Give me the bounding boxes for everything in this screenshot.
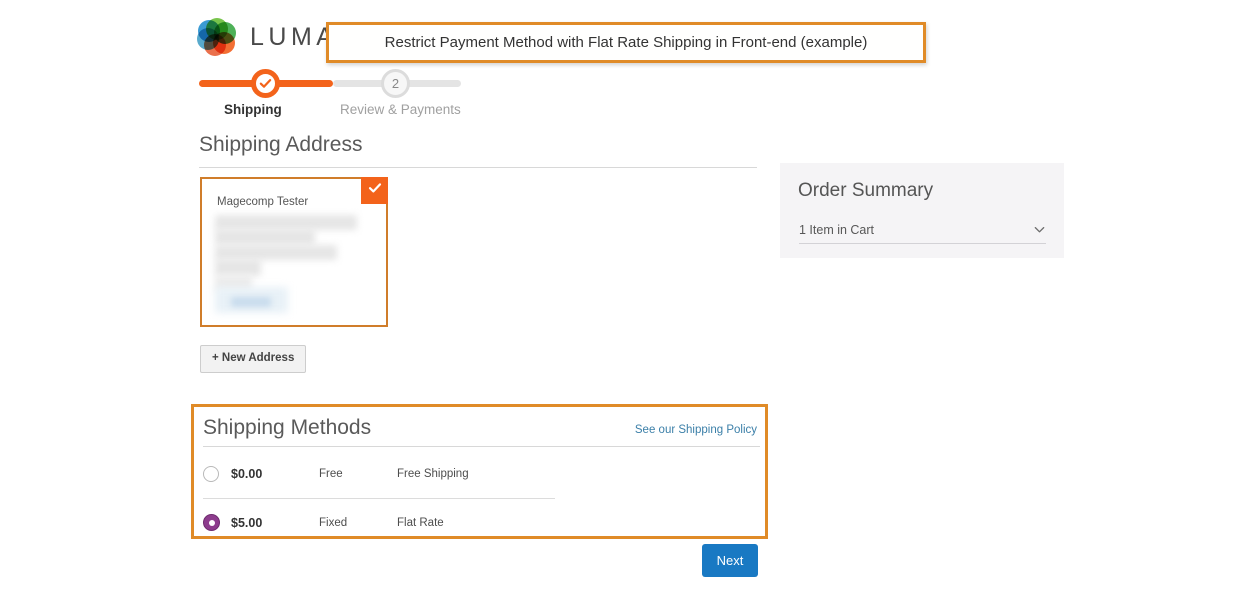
shipping-method-name: Flat Rate [397,516,444,529]
shipping-address-divider [199,167,757,168]
checkout-progress-bar: 2 Shipping Review & Payments [199,69,464,120]
check-icon [368,181,382,200]
new-address-button[interactable]: + New Address [200,345,307,373]
annotation-banner-text: Restrict Payment Method with Flat Rate S… [384,34,868,51]
cart-items-label: 1 Item in Cart [799,222,875,237]
shipping-policy-link[interactable]: See our Shipping Policy [635,424,757,436]
order-summary-title: Order Summary [798,180,934,201]
shipping-methods-divider [203,446,760,447]
shipping-method-carrier: Fixed [319,516,348,529]
shipping-method-price: $5.00 [231,515,263,530]
shipping-methods-section: Shipping Methods See our Shipping Policy… [191,404,768,539]
cart-items-toggle[interactable]: 1 Item in Cart [799,216,1046,244]
order-summary-panel: Order Summary 1 Item in Cart [780,163,1064,258]
brand-logo[interactable]: LUMA [197,18,338,56]
shipping-method-radio-free-cell [203,466,231,482]
progress-step-number: 2 [391,76,400,91]
shipping-method-row-flat-rate[interactable]: $5.00 Fixed Flat Rate [203,498,555,546]
address-card-selected[interactable]: Magecomp Tester [200,177,388,327]
checkout-page: LUMA Restrict Payment Method with Flat R… [0,0,1250,600]
address-card-name: Magecomp Tester [217,196,309,208]
chevron-down-icon [1033,223,1046,236]
shipping-method-row-free[interactable]: $0.00 Free Free Shipping [203,450,748,498]
progress-label-shipping: Shipping [224,102,282,117]
progress-label-review-payments: Review & Payments [340,102,461,117]
address-card-redacted-details [215,215,375,315]
next-button[interactable]: Next [702,544,758,577]
radio-free-shipping[interactable] [203,466,219,482]
brand-name: LUMA [250,22,338,51]
progress-step-shipping[interactable] [251,69,280,98]
shipping-method-name: Free Shipping [397,468,469,480]
shipping-method-price: $0.00 [231,467,263,481]
radio-flat-rate[interactable] [203,514,220,531]
address-selected-badge [361,177,388,204]
check-icon [259,77,272,90]
progress-step-review-payments[interactable]: 2 [381,69,410,98]
shipping-method-radio-flat-rate-cell [203,514,231,531]
shipping-method-carrier: Free [319,468,343,480]
shipping-methods-title: Shipping Methods [203,416,372,439]
annotation-banner: Restrict Payment Method with Flat Rate S… [326,22,926,63]
shipping-address-title: Shipping Address [199,133,363,156]
luma-rings-logo-icon [197,18,236,56]
